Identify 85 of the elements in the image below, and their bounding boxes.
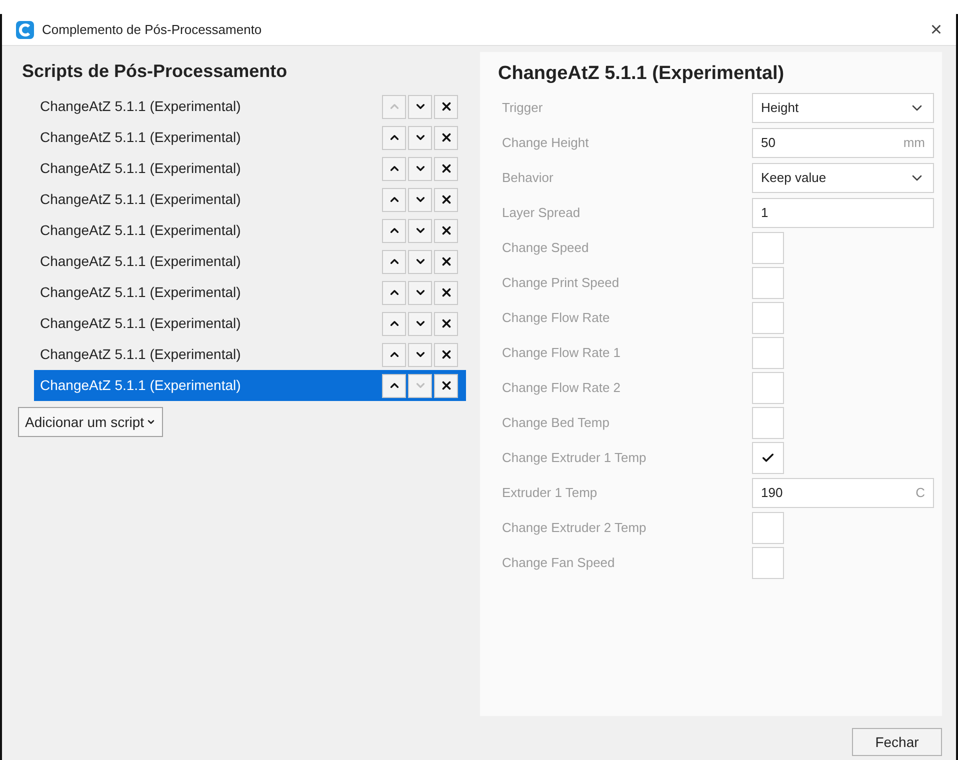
checkbox[interactable] — [752, 232, 784, 264]
input-field[interactable]: 50 mm — [752, 128, 934, 158]
close-icon — [440, 162, 452, 175]
input-field[interactable]: 1 — [752, 198, 934, 228]
checkbox[interactable] — [752, 267, 784, 299]
app-logo-icon — [16, 20, 34, 38]
move-down-button[interactable] — [408, 280, 432, 304]
setting-label: Change Extruder 1 Temp — [502, 449, 648, 468]
remove-button[interactable] — [434, 188, 458, 212]
input-field[interactable]: 190 C — [752, 478, 934, 508]
remove-button[interactable] — [434, 156, 458, 180]
close-icon — [440, 286, 452, 299]
remove-button[interactable] — [434, 126, 458, 150]
setting-label: Change Speed — [502, 239, 590, 258]
checkbox[interactable] — [752, 547, 784, 579]
close-icon — [440, 193, 452, 206]
checkbox[interactable] — [752, 302, 784, 334]
dropdown[interactable]: Keep value — [752, 163, 934, 193]
close-icon — [440, 255, 452, 268]
remove-button[interactable] — [434, 280, 458, 304]
window-title: Complemento de Pós-Processamento — [42, 20, 263, 39]
script-item[interactable]: ChangeAtZ 5.1.1 (Experimental) — [34, 339, 466, 370]
remove-button[interactable] — [434, 94, 458, 118]
check-icon — [761, 451, 775, 465]
move-down-button[interactable] — [408, 126, 432, 150]
checkbox[interactable] — [752, 372, 784, 404]
script-item[interactable]: ChangeAtZ 5.1.1 (Experimental) — [34, 246, 466, 277]
move-down-button[interactable] — [408, 312, 432, 336]
remove-button[interactable] — [434, 342, 458, 366]
move-down-button[interactable] — [408, 94, 432, 118]
dropdown[interactable]: Height — [752, 93, 934, 123]
caret-icon — [146, 417, 156, 427]
script-item[interactable]: ChangeAtZ 5.1.1 (Experimental) — [34, 153, 466, 184]
script-item[interactable]: ChangeAtZ 5.1.1 (Experimental) — [34, 215, 466, 246]
setting-label: Change Fan Speed — [502, 554, 616, 572]
close-icon — [440, 131, 452, 144]
move-up-button[interactable] — [382, 156, 406, 180]
move-up-button[interactable] — [382, 342, 406, 366]
setting-label: Change Height — [502, 134, 590, 152]
setting-label: Change Bed Temp — [502, 414, 610, 432]
setting-label: Behavior — [502, 169, 554, 188]
move-down-button[interactable] — [408, 156, 432, 180]
setting-label: Change Print Speed — [502, 274, 620, 292]
close-button[interactable]: × — [930, 20, 942, 40]
script-item[interactable]: ChangeAtZ 5.1.1 (Experimental) — [34, 91, 466, 122]
script-item[interactable]: ChangeAtZ 5.1.1 (Experimental) — [34, 122, 466, 153]
checkbox[interactable] — [752, 407, 784, 439]
setting-label: Extruder 1 Temp — [502, 484, 598, 502]
move-up-button[interactable] — [382, 280, 406, 304]
setting-label: Change Flow Rate — [502, 309, 611, 328]
script-item[interactable]: ChangeAtZ 5.1.1 (Experimental) — [34, 184, 466, 215]
close-icon — [440, 348, 452, 361]
move-down-button[interactable] — [408, 218, 432, 242]
close-icon — [440, 224, 452, 237]
close-icon — [440, 317, 452, 330]
checkbox[interactable] — [752, 512, 784, 544]
remove-button[interactable] — [434, 250, 458, 274]
move-up-button[interactable] — [382, 218, 406, 242]
add-script-button[interactable]: Adicionar um script — [18, 407, 164, 437]
move-up-button[interactable] — [382, 312, 406, 336]
panel-title: ChangeAtZ 5.1.1 (Experimental) — [498, 62, 786, 86]
script-item[interactable]: ChangeAtZ 5.1.1 (Experimental) — [34, 370, 466, 401]
move-down-button[interactable] — [408, 250, 432, 274]
remove-button[interactable] — [434, 218, 458, 242]
remove-button[interactable] — [434, 312, 458, 336]
close-dialog-button[interactable]: Fechar — [852, 728, 942, 756]
setting-label: Change Flow Rate 1 — [502, 344, 622, 362]
script-item[interactable]: ChangeAtZ 5.1.1 (Experimental) — [34, 277, 466, 308]
close-icon — [440, 379, 452, 392]
checkbox[interactable] — [752, 442, 784, 474]
move-up-button[interactable] — [382, 126, 406, 150]
move-down-button[interactable] — [408, 342, 432, 366]
setting-label: Layer Spread — [502, 204, 582, 222]
close-icon — [440, 100, 452, 113]
remove-button[interactable] — [434, 374, 458, 398]
panel-title: Scripts de Pós-Processamento — [22, 60, 288, 83]
move-down-button[interactable] — [408, 188, 432, 212]
script-item[interactable]: ChangeAtZ 5.1.1 (Experimental) — [34, 308, 466, 339]
setting-label: Change Flow Rate 2 — [502, 379, 622, 398]
checkbox[interactable] — [752, 337, 784, 369]
move-up-button[interactable] — [382, 250, 406, 274]
move-up-button[interactable] — [382, 188, 406, 212]
setting-label: Change Extruder 2 Temp — [502, 519, 648, 538]
move-up-button[interactable] — [382, 374, 406, 398]
setting-label: Trigger — [502, 99, 544, 118]
